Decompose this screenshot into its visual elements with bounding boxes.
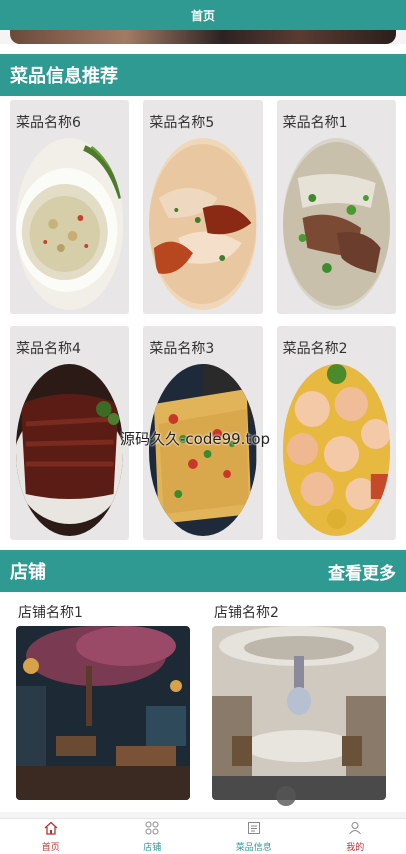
dish-grid: 菜品名称6 菜品名称5 菜品名称1 菜品名称4 菜品名称3 菜品名称2	[0, 96, 406, 550]
shop-name: 店铺名称2	[214, 605, 279, 621]
dish-photo[interactable]	[16, 364, 124, 536]
watermark-text: 源码久久-code99.top	[120, 430, 271, 448]
dish-card[interactable]: 菜品名称6	[10, 100, 130, 314]
user-icon	[348, 821, 362, 838]
grid-icon	[145, 821, 159, 838]
home-icon	[44, 821, 58, 838]
shop-card[interactable]: 店铺名称2	[212, 600, 386, 812]
shops-section-title: 店铺	[10, 562, 46, 583]
dish-name: 菜品名称2	[282, 341, 348, 357]
nav-mine[interactable]: 我的	[305, 819, 406, 854]
dish-photo[interactable]	[149, 138, 257, 310]
shop-photo[interactable]	[212, 626, 386, 800]
floating-button[interactable]	[276, 786, 296, 806]
dish-card[interactable]: 菜品名称1	[276, 100, 396, 314]
nav-label: 我的	[346, 842, 365, 853]
dish-photo[interactable]	[282, 138, 390, 310]
dish-card[interactable]: 菜品名称5	[143, 100, 263, 314]
dish-name: 菜品名称4	[16, 341, 81, 357]
nav-label: 首页	[41, 842, 60, 853]
dishes-section-title: 菜品信息推荐	[10, 66, 118, 87]
nav-shop[interactable]: 店铺	[102, 819, 204, 854]
dish-name: 菜品名称3	[149, 341, 215, 357]
document-icon	[247, 821, 261, 838]
view-more-link[interactable]: 查看更多	[328, 559, 396, 584]
page-title: 首页	[190, 8, 215, 23]
nav-home[interactable]: 首页	[0, 819, 102, 854]
shops-section-header: 店铺 查看更多	[0, 550, 406, 592]
nav-label: 菜品信息	[235, 842, 272, 853]
dish-card[interactable]: 菜品名称4	[10, 326, 130, 540]
shop-name: 店铺名称1	[18, 605, 83, 621]
shop-list: 店铺名称1 店铺名称2	[0, 592, 406, 812]
dish-photo[interactable]	[16, 138, 124, 310]
dish-name: 菜品名称6	[16, 115, 81, 131]
nav-label: 店铺	[143, 842, 162, 853]
spacer	[0, 44, 406, 54]
dish-photo[interactable]	[282, 364, 390, 536]
dish-photo[interactable]	[149, 364, 257, 536]
nav-dish-info[interactable]: 菜品信息	[203, 819, 305, 854]
dish-name: 菜品名称5	[149, 115, 215, 131]
shop-photo[interactable]	[16, 626, 190, 800]
shop-card[interactable]: 店铺名称1	[16, 600, 190, 812]
dish-name: 菜品名称1	[282, 115, 348, 131]
status-bar: 首页	[0, 0, 406, 30]
dishes-section-header: 菜品信息推荐	[0, 54, 406, 96]
bottom-nav: 首页 店铺 菜品信息 我的	[0, 818, 406, 854]
banner-image[interactable]	[10, 30, 396, 44]
dish-card[interactable]: 菜品名称2	[276, 326, 396, 540]
